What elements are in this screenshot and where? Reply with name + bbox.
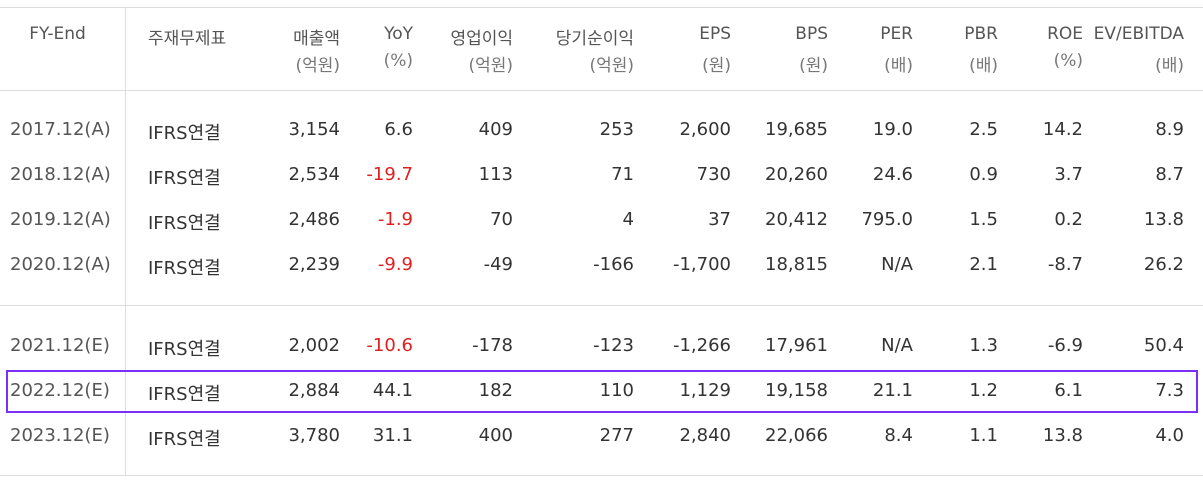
header-pbr: PBR (배) bbox=[964, 24, 998, 76]
cell-statement-type: IFRS연결 bbox=[148, 258, 221, 279]
bottom-border bbox=[0, 475, 1203, 476]
cell-fy-end: 2020.12(A) bbox=[10, 254, 111, 275]
cell-revenue: 2,534 bbox=[288, 164, 340, 185]
cell-per: 8.4 bbox=[884, 425, 913, 446]
cell-statement-type: IFRS연결 bbox=[148, 429, 221, 450]
cell-fy-end: 2023.12(E) bbox=[10, 425, 110, 446]
cell-operating-profit: 70 bbox=[490, 209, 513, 230]
cell-pbr: 1.5 bbox=[969, 209, 998, 230]
cell-yoy: -10.6 bbox=[366, 335, 413, 356]
cell-ev-ebitda: 26.2 bbox=[1143, 254, 1184, 275]
cell-operating-profit: 409 bbox=[478, 119, 513, 140]
table-row: 2018.12(A) IFRS연결 2,534 -19.7 113 71 730 20,260… bbox=[0, 154, 1203, 198]
cell-pbr: 1.1 bbox=[969, 425, 998, 446]
cell-revenue: 3,154 bbox=[288, 119, 340, 140]
table-row: 2017.12(A) IFRS연결 3,154 6.6 409 253 2,600 19,68… bbox=[0, 109, 1203, 153]
cell-per: N/A bbox=[881, 254, 913, 275]
header-per: PER (배) bbox=[880, 24, 913, 76]
cell-yoy: 31.1 bbox=[372, 425, 413, 446]
cell-revenue: 2,239 bbox=[288, 254, 340, 275]
cell-ev-ebitda: 50.4 bbox=[1143, 335, 1184, 356]
header-eps: EPS (원) bbox=[699, 24, 731, 76]
cell-roe: 3.7 bbox=[1054, 164, 1083, 185]
cell-roe: -6.9 bbox=[1047, 335, 1083, 356]
cell-net-income: 277 bbox=[599, 425, 634, 446]
cell-ev-ebitda: 4.0 bbox=[1155, 425, 1184, 446]
table-row: 2023.12(E) IFRS연결 3,780 31.1 400 277 2,840 22,0… bbox=[0, 415, 1203, 459]
cell-pbr: 1.3 bbox=[969, 335, 998, 356]
cell-bps: 20,412 bbox=[765, 209, 828, 230]
cell-operating-profit: -49 bbox=[483, 254, 513, 275]
financial-summary-table: FY-End 주재무제표 매출액 (억원) YoY (%) 영업이익 (억원) … bbox=[0, 0, 1203, 482]
header-roe: ROE (%) bbox=[1047, 24, 1083, 71]
cell-fy-end: 2021.12(E) bbox=[10, 335, 110, 356]
cell-ev-ebitda: 8.9 bbox=[1155, 119, 1184, 140]
table-row: 2019.12(A) IFRS연결 2,486 -1.9 70 4 37 20,412 795.… bbox=[0, 199, 1203, 243]
cell-net-income: -166 bbox=[593, 254, 634, 275]
cell-pbr: 2.1 bbox=[969, 254, 998, 275]
table-row: 2020.12(A) IFRS연결 2,239 -9.9 -49 -166 -1,700 18… bbox=[0, 244, 1203, 288]
cell-revenue: 2,002 bbox=[288, 335, 340, 356]
cell-statement-type: IFRS연결 bbox=[148, 213, 221, 234]
cell-net-income: 4 bbox=[622, 209, 634, 230]
cell-ev-ebitda: 8.7 bbox=[1155, 164, 1184, 185]
cell-fy-end: 2018.12(A) bbox=[10, 164, 111, 185]
table-row: 2021.12(E) IFRS연결 2,002 -10.6 -178 -123 -1,266… bbox=[0, 325, 1203, 369]
actual-estimate-divider bbox=[0, 305, 1203, 306]
cell-net-income: -123 bbox=[593, 335, 634, 356]
cell-yoy: -1.9 bbox=[377, 209, 413, 230]
cell-pbr: 0.9 bbox=[969, 164, 998, 185]
cell-bps: 20,260 bbox=[765, 164, 828, 185]
header-statement-type: 주재무제표 bbox=[148, 29, 227, 49]
header-bps: BPS (원) bbox=[795, 24, 828, 76]
cell-statement-type: IFRS연결 bbox=[148, 168, 221, 189]
cell-fy-end: 2017.12(A) bbox=[10, 119, 111, 140]
cell-fy-end: 2019.12(A) bbox=[10, 209, 111, 230]
cell-per: 19.0 bbox=[872, 119, 913, 140]
cell-yoy: -9.9 bbox=[377, 254, 413, 275]
cell-net-income: 71 bbox=[611, 164, 634, 185]
header-operating-profit: 영업이익 (억원) bbox=[450, 29, 513, 76]
cell-eps: 2,840 bbox=[679, 425, 731, 446]
cell-roe: -8.7 bbox=[1047, 254, 1083, 275]
header-net-income: 당기순이익 (억원) bbox=[555, 29, 634, 76]
cell-eps: -1,700 bbox=[672, 254, 731, 275]
cell-bps: 22,066 bbox=[765, 425, 828, 446]
cell-bps: 17,961 bbox=[765, 335, 828, 356]
cell-eps: 2,600 bbox=[679, 119, 731, 140]
cell-pbr: 2.5 bbox=[969, 119, 998, 140]
cell-operating-profit: 113 bbox=[478, 164, 513, 185]
cell-statement-type: IFRS연결 bbox=[148, 123, 221, 144]
cell-yoy: -19.7 bbox=[366, 164, 413, 185]
cell-yoy: 6.6 bbox=[384, 119, 413, 140]
cell-eps: 37 bbox=[708, 209, 731, 230]
cell-revenue: 3,780 bbox=[288, 425, 340, 446]
cell-statement-type: IFRS연결 bbox=[148, 339, 221, 360]
cell-bps: 18,815 bbox=[765, 254, 828, 275]
header-ev-ebitda: EV/EBITDA (배) bbox=[1093, 24, 1184, 76]
cell-roe: 14.2 bbox=[1042, 119, 1083, 140]
cell-ev-ebitda: 13.8 bbox=[1143, 209, 1184, 230]
cell-eps: -1,266 bbox=[672, 335, 731, 356]
cell-operating-profit: -178 bbox=[472, 335, 513, 356]
cell-operating-profit: 400 bbox=[478, 425, 513, 446]
cell-per: 24.6 bbox=[872, 164, 913, 185]
cell-net-income: 253 bbox=[599, 119, 634, 140]
cell-per: 795.0 bbox=[861, 209, 913, 230]
highlighted-row-frame bbox=[6, 370, 1198, 413]
header-revenue: 매출액 (억원) bbox=[293, 29, 340, 76]
cell-eps: 730 bbox=[696, 164, 731, 185]
header-fy-end: FY-End bbox=[29, 24, 86, 44]
cell-roe: 0.2 bbox=[1054, 209, 1083, 230]
cell-roe: 13.8 bbox=[1042, 425, 1083, 446]
header-yoy: YoY (%) bbox=[383, 24, 413, 71]
cell-revenue: 2,486 bbox=[288, 209, 340, 230]
header-divider bbox=[0, 90, 1203, 91]
cell-bps: 19,685 bbox=[765, 119, 828, 140]
cell-per: N/A bbox=[881, 335, 913, 356]
